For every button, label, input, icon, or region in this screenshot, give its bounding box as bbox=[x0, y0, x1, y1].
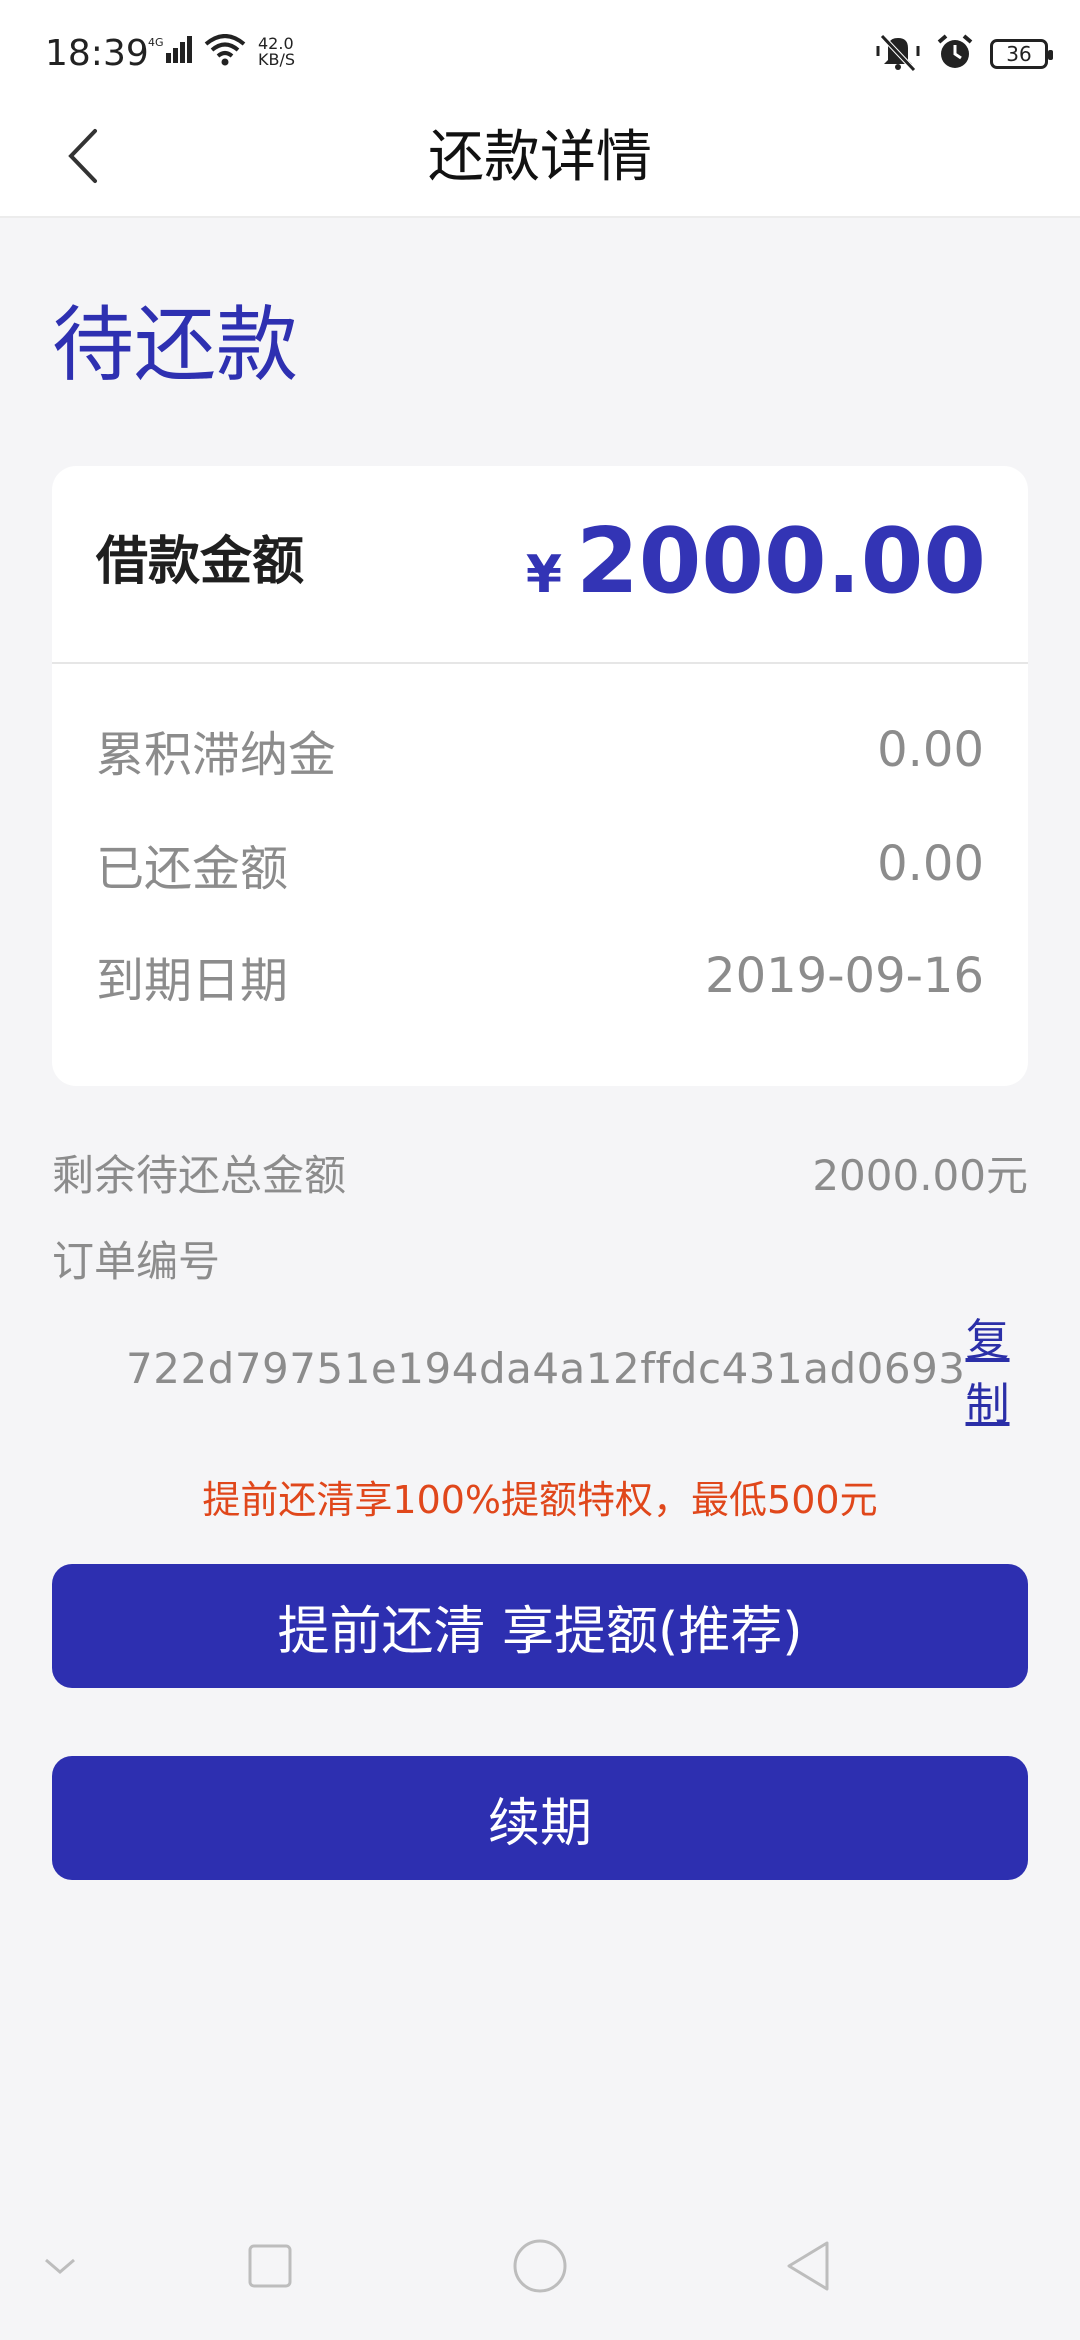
recent-apps-button[interactable] bbox=[238, 2236, 302, 2300]
repaid-amount-row: 已还金额 0.00 bbox=[96, 824, 984, 904]
alarm-icon bbox=[936, 33, 974, 75]
square-icon bbox=[246, 2242, 294, 2294]
due-date-row: 到期日期 2019-09-16 bbox=[96, 936, 984, 1016]
battery-icon: 36 bbox=[990, 39, 1053, 69]
triangle-back-icon bbox=[783, 2239, 833, 2297]
remaining-total-row: 剩余待还总金额 2000.00元 bbox=[52, 1142, 1028, 1202]
back-button[interactable] bbox=[56, 128, 108, 188]
repayment-status-heading: 待还款 bbox=[52, 298, 299, 393]
remaining-total-label: 剩余待还总金额 bbox=[52, 1150, 347, 1200]
system-back-button[interactable] bbox=[776, 2236, 840, 2300]
currency-symbol: ¥ bbox=[525, 545, 563, 605]
status-bar: 18:39 4G 42.0 KB/S 36 bbox=[0, 0, 1080, 100]
chevron-left-icon bbox=[65, 127, 99, 189]
system-nav-bar bbox=[0, 2196, 1080, 2340]
late-fee-value: 0.00 bbox=[877, 722, 984, 778]
order-number-label: 订单编号 bbox=[52, 1237, 221, 1286]
repaid-amount-value: 0.00 bbox=[877, 836, 984, 892]
loan-amount-value: 2000.00 bbox=[576, 509, 986, 614]
order-number-row: 722d79751e194da4a12ffdc431ad0693 复制 bbox=[126, 1304, 1030, 1432]
loan-amount-display: ¥ 2000.00 bbox=[526, 512, 986, 612]
promo-text: 提前还清享100%提额特权，最低500元 bbox=[202, 1478, 878, 1522]
late-fee-label: 累积滞纳金 bbox=[96, 727, 337, 783]
network-speed-unit: KB/S bbox=[258, 50, 296, 69]
repaid-amount-label: 已还金额 bbox=[96, 841, 289, 897]
order-number-value: 722d79751e194da4a12ffdc431ad0693 bbox=[126, 1343, 966, 1393]
signal-icon: 4G bbox=[148, 35, 192, 69]
status-time: 18:39 bbox=[45, 33, 149, 74]
home-button[interactable] bbox=[508, 2236, 572, 2300]
wifi-icon bbox=[204, 34, 246, 70]
loan-amount-label: 借款金额 bbox=[96, 532, 305, 592]
late-fee-row: 累积滞纳金 0.00 bbox=[96, 710, 984, 790]
status-left-icons: 4G 42.0 KB/S bbox=[148, 34, 295, 70]
loan-amount-section: 借款金额 ¥ 2000.00 bbox=[52, 466, 1028, 664]
hide-nav-button[interactable] bbox=[28, 2236, 92, 2300]
silent-mode-icon bbox=[876, 32, 920, 76]
copy-order-number-link[interactable]: 复制 bbox=[966, 1304, 1030, 1432]
remaining-total-value: 2000.00元 bbox=[812, 1150, 1028, 1200]
page-title: 还款详情 bbox=[428, 125, 652, 190]
loan-detail-card: 借款金额 ¥ 2000.00 累积滞纳金 0.00 已还金额 0.00 到期日期… bbox=[52, 466, 1028, 1086]
chevron-down-icon bbox=[42, 2254, 78, 2282]
early-repay-button[interactable]: 提前还清 享提额(推荐) bbox=[52, 1564, 1028, 1688]
due-date-value: 2019-09-16 bbox=[705, 948, 984, 1004]
top-nav-bar: 还款详情 bbox=[0, 100, 1080, 218]
due-date-label: 到期日期 bbox=[96, 953, 289, 1009]
renew-button[interactable]: 续期 bbox=[52, 1756, 1028, 1880]
circle-icon bbox=[512, 2238, 568, 2298]
status-right-icons: 36 bbox=[876, 32, 1053, 76]
svg-text:4G: 4G bbox=[148, 36, 164, 49]
network-speed: 42.0 KB/S bbox=[258, 36, 295, 68]
